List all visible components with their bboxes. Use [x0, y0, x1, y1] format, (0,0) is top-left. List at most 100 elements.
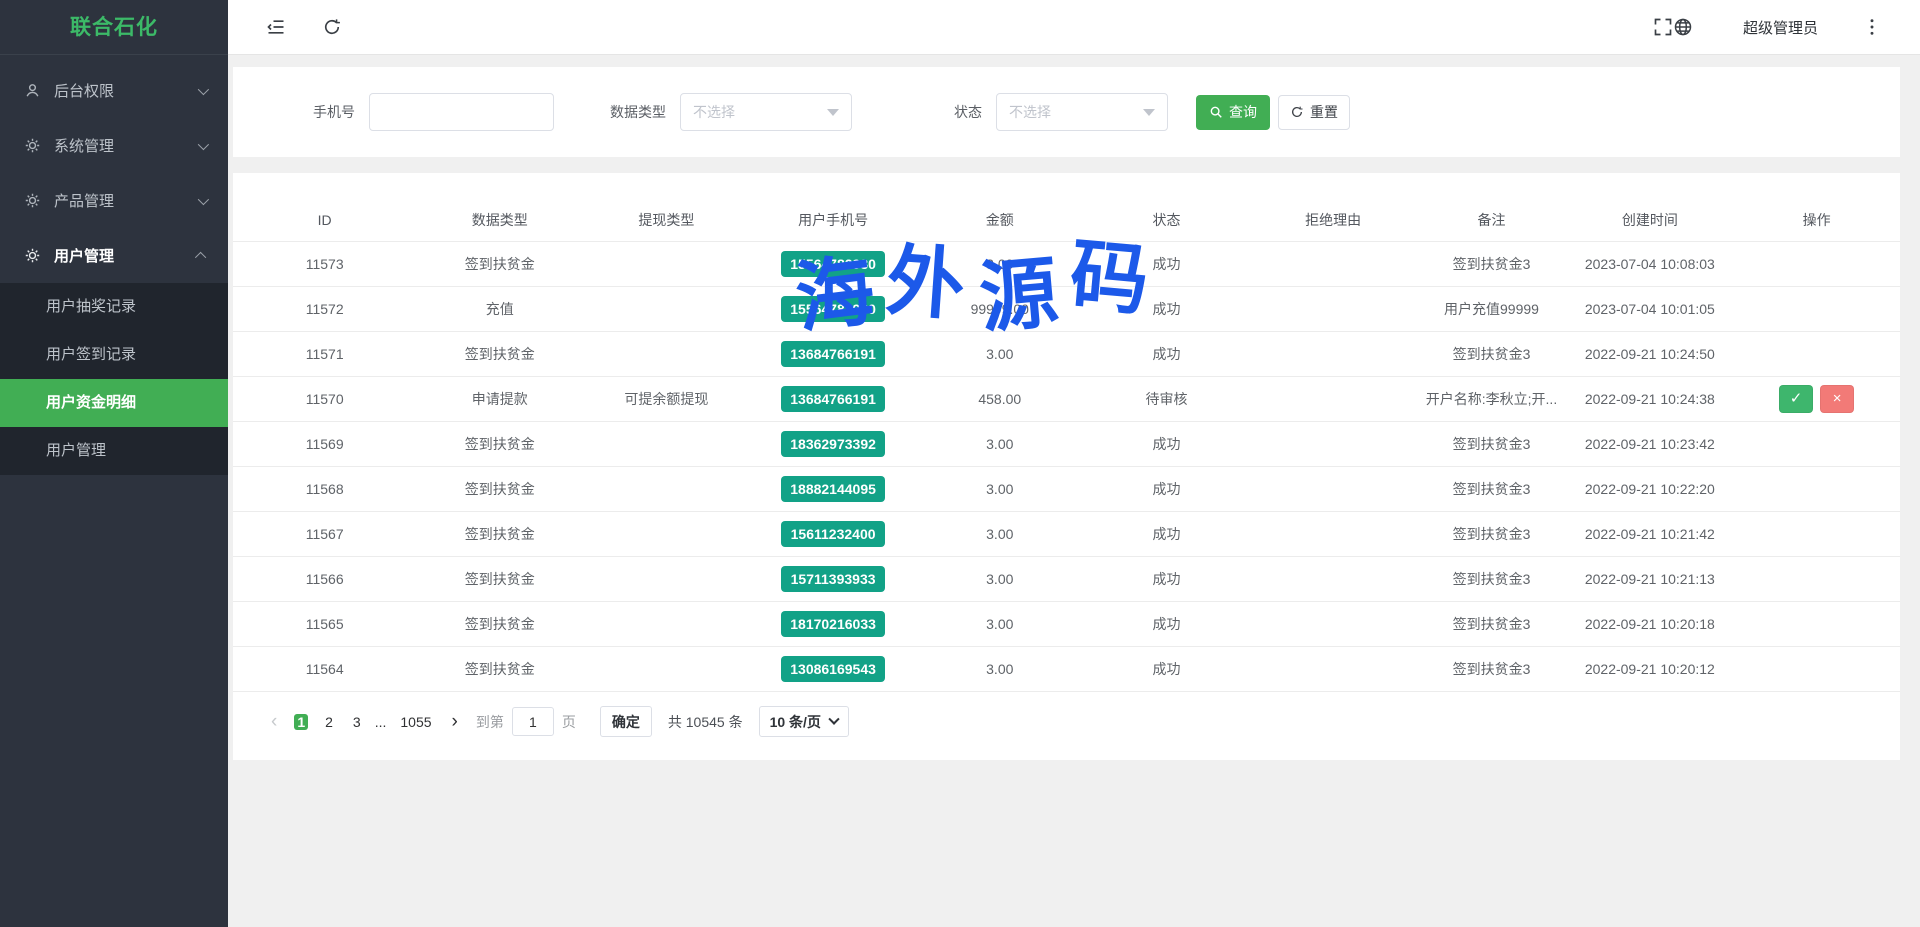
gear-icon: [24, 137, 41, 154]
cell-actions: [1733, 466, 1900, 511]
cell-data_type: 签到扶贫金: [416, 556, 583, 601]
table-row: 11573签到扶贫金155647829303.00成功签到扶贫金32023-07…: [233, 241, 1900, 286]
approve-button[interactable]: ✓: [1779, 385, 1813, 413]
cell-id: 11570: [233, 376, 416, 421]
cell-phone: 13684766191: [750, 376, 917, 421]
table-body: 11573签到扶贫金155647829303.00成功签到扶贫金32023-07…: [233, 241, 1900, 691]
phone-badge: 13684766191: [781, 386, 885, 412]
cell-amount: 99999.00: [916, 286, 1083, 331]
collapse-sidebar-icon[interactable]: [266, 17, 286, 37]
table-row: 11564签到扶贫金130861695433.00成功签到扶贫金32022-09…: [233, 646, 1900, 691]
cell-id: 11564: [233, 646, 416, 691]
cell-remark: 签到扶贫金3: [1416, 601, 1566, 646]
sidebar-subitem-user-funds-detail[interactable]: 用户资金明细: [0, 379, 228, 427]
cell-remark: 签到扶贫金3: [1416, 331, 1566, 376]
cell-amount: 458.00: [916, 376, 1083, 421]
topbar-right: 超级管理员: [1653, 17, 1880, 38]
page-number-active[interactable]: 1: [294, 714, 308, 730]
sidebar-subitem-lottery-records[interactable]: 用户抽奖记录: [0, 283, 228, 331]
cell-status: 成功: [1083, 601, 1250, 646]
select-caret-icon: [827, 109, 839, 116]
confirm-page-button[interactable]: 确定: [600, 706, 652, 737]
phone-badge: 18170216033: [781, 611, 885, 637]
table-row: 11571签到扶贫金136847661913.00成功签到扶贫金32022-09…: [233, 331, 1900, 376]
cell-withdraw_type: [583, 466, 750, 511]
cell-reject_reason: [1250, 466, 1417, 511]
cell-actions: [1733, 646, 1900, 691]
admin-name[interactable]: 超级管理员: [1743, 17, 1818, 38]
page-numbers: 123... 1055: [287, 709, 441, 735]
reset-button[interactable]: 重置: [1278, 95, 1350, 130]
cell-phone: 18362973392: [750, 421, 917, 466]
filter-status-group: 状态 不选择: [954, 93, 1168, 131]
cell-withdraw_type: [583, 556, 750, 601]
cell-data_type: 签到扶贫金: [416, 421, 583, 466]
select-caret-icon: [1143, 109, 1155, 116]
cell-remark: 开户名称:李秋立;开...: [1416, 376, 1566, 421]
cell-amount: 3.00: [916, 556, 1083, 601]
cell-id: 11565: [233, 601, 416, 646]
cell-id: 11569: [233, 421, 416, 466]
table-row: 11572充值1556478293099999.00成功用户充值99999202…: [233, 286, 1900, 331]
cell-status: 成功: [1083, 241, 1250, 286]
column-header: 状态: [1083, 199, 1250, 241]
goto-page-input[interactable]: [512, 707, 554, 736]
cell-phone: 18170216033: [750, 601, 917, 646]
status-label: 状态: [954, 102, 982, 122]
data-type-select[interactable]: 不选择: [680, 93, 852, 131]
cell-reject_reason: [1250, 421, 1417, 466]
cell-amount: 3.00: [916, 601, 1083, 646]
page-ellipsis: ...: [375, 714, 387, 730]
data-type-select-value: 不选择: [693, 102, 735, 122]
fullscreen-icon[interactable]: [1653, 17, 1673, 37]
cell-remark: 签到扶贫金3: [1416, 511, 1566, 556]
data-type-label: 数据类型: [610, 102, 666, 122]
page-number[interactable]: 1055: [397, 714, 434, 730]
sidebar-item-backend-permission[interactable]: 后台权限: [0, 63, 228, 118]
cell-phone: 15564782930: [750, 241, 917, 286]
sidebar-item-system-management[interactable]: 系统管理: [0, 118, 228, 173]
filter-data-type-group: 数据类型 不选择: [610, 93, 852, 131]
cell-reject_reason: [1250, 331, 1417, 376]
cell-data_type: 申请提款: [416, 376, 583, 421]
reject-button[interactable]: ×: [1820, 385, 1854, 413]
cell-data_type: 签到扶贫金: [416, 331, 583, 376]
cell-actions: [1733, 421, 1900, 466]
phone-badge: 15564782930: [781, 296, 885, 322]
phone-input[interactable]: [369, 93, 554, 131]
prev-page-button[interactable]: ‹: [271, 711, 277, 733]
status-select[interactable]: 不选择: [996, 93, 1168, 131]
more-options-icon[interactable]: [1864, 18, 1880, 36]
sidebar-subitem-user-management[interactable]: 用户管理: [0, 427, 228, 475]
funds-table: ID数据类型提现类型用户手机号金额状态拒绝理由备注创建时间操作 11573签到扶…: [233, 199, 1900, 692]
cell-withdraw_type: [583, 241, 750, 286]
refresh-icon[interactable]: [322, 17, 342, 37]
cell-phone: 18882144095: [750, 466, 917, 511]
cell-withdraw_type: [583, 421, 750, 466]
globe-icon[interactable]: [1673, 17, 1693, 37]
cell-actions: ✓×: [1733, 376, 1900, 421]
sidebar-item-user-management[interactable]: 用户管理: [0, 228, 228, 283]
search-button[interactable]: 查询: [1196, 95, 1270, 130]
cell-actions: [1733, 511, 1900, 556]
status-select-value: 不选择: [1009, 102, 1051, 122]
cell-data_type: 充值: [416, 286, 583, 331]
table-row: 11570申请提款可提余额提现13684766191458.00待审核开户名称:…: [233, 376, 1900, 421]
per-page-select[interactable]: 10 条/页: [759, 706, 849, 737]
cell-remark: 签到扶贫金3: [1416, 646, 1566, 691]
cell-id: 11566: [233, 556, 416, 601]
chevron-down-icon: [198, 193, 209, 204]
page-number[interactable]: 3: [350, 714, 364, 730]
sidebar-item-product-management[interactable]: 产品管理: [0, 173, 228, 228]
cell-status: 成功: [1083, 466, 1250, 511]
cell-reject_reason: [1250, 286, 1417, 331]
cell-withdraw_type: [583, 601, 750, 646]
cell-created: 2022-09-21 10:21:13: [1567, 556, 1734, 601]
next-page-button[interactable]: ›: [452, 711, 458, 733]
phone-badge: 18882144095: [781, 476, 885, 502]
phone-badge: 15611232400: [781, 521, 885, 547]
sidebar-subitem-signin-records[interactable]: 用户签到记录: [0, 331, 228, 379]
cell-created: 2022-09-21 10:24:38: [1567, 376, 1734, 421]
page-number[interactable]: 2: [322, 714, 336, 730]
cell-id: 11572: [233, 286, 416, 331]
